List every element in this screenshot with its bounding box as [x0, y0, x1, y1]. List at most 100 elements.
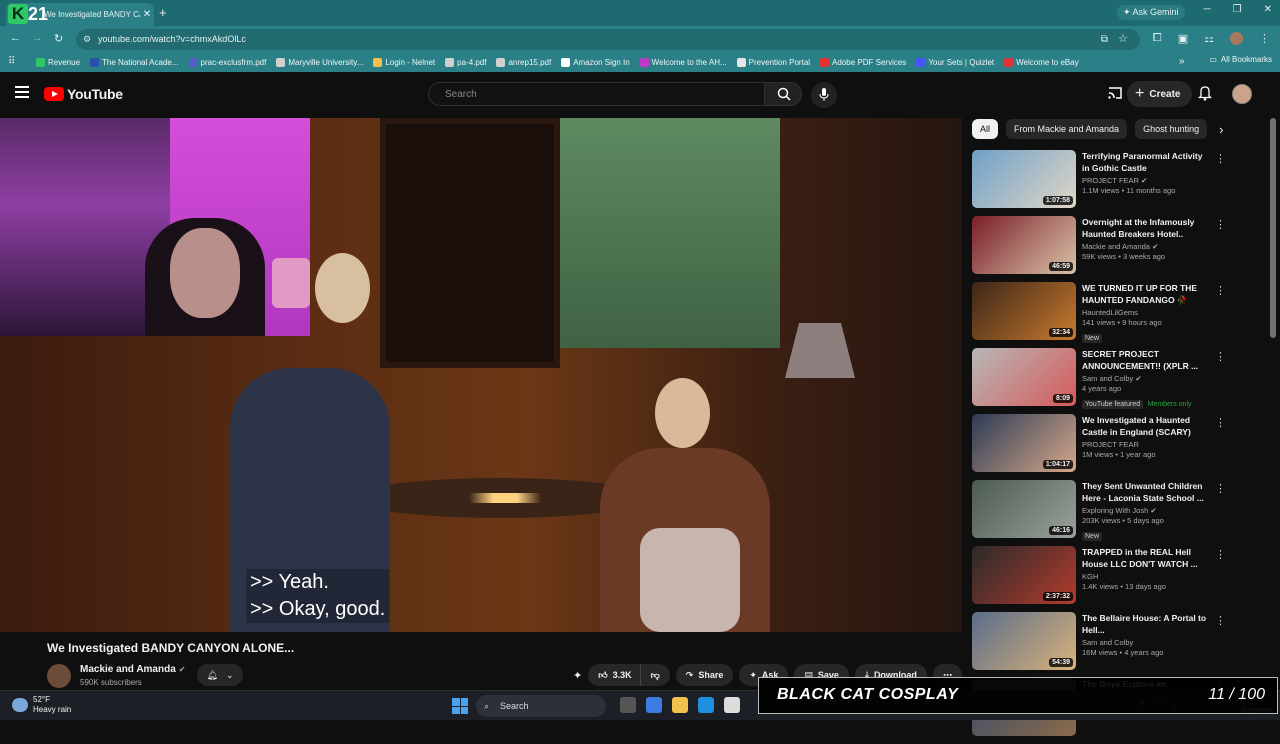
related-video-item[interactable]: 54:39 The Bellaire House: A Portal to Hel…	[972, 612, 1226, 678]
bookmark-item[interactable]: Your Sets | Quizlet	[916, 57, 994, 67]
bookmark-item[interactable]: Maryville University...	[276, 57, 363, 67]
create-button[interactable]: + Create	[1127, 81, 1193, 107]
like-button[interactable]: 👍︎ 3.3K	[588, 664, 641, 686]
hamburger-menu-icon[interactable]	[15, 86, 29, 98]
notifications-bell-icon[interactable]	[1198, 85, 1212, 101]
related-video-title[interactable]: We Investigated a Haunted Castle in Engl…	[1082, 414, 1212, 438]
account-avatar[interactable]	[1232, 84, 1252, 104]
more-vert-icon[interactable]: ⋮	[1215, 548, 1226, 561]
all-bookmarks-button[interactable]: ▭ All Bookmarks	[1209, 55, 1272, 64]
copilot-icon[interactable]	[646, 697, 662, 713]
install-app-icon[interactable]: ⧉	[1101, 29, 1108, 50]
related-video-title[interactable]: They Sent Unwanted Children Here - Lacon…	[1082, 480, 1212, 504]
profile-avatar[interactable]	[1230, 32, 1243, 45]
more-bookmarks-icon[interactable]: »	[1179, 56, 1185, 67]
related-video-title[interactable]: SECRET PROJECT ANNOUNCEMENT!! (XPLR ...	[1082, 348, 1212, 372]
taskbar-search[interactable]: ⌕ Search	[476, 695, 606, 717]
more-vert-icon[interactable]: ⋮	[1215, 416, 1226, 429]
more-vert-icon[interactable]: ⋮	[1215, 152, 1226, 165]
video-thumbnail[interactable]: 32:34	[972, 282, 1076, 340]
sidepanel-icon[interactable]: ▣	[1178, 32, 1188, 45]
apps-grid-icon[interactable]: ⠿	[8, 56, 15, 67]
reload-icon[interactable]: ↻	[54, 32, 63, 45]
related-video-title[interactable]: Overnight at the Infamously Haunted Brea…	[1082, 216, 1212, 240]
forward-icon[interactable]: →	[32, 32, 43, 44]
bookmark-item[interactable]: anrep15.pdf	[496, 57, 551, 67]
related-video-title[interactable]: WE TURNED IT UP FOR THE HAUNTED FANDANGO…	[1082, 282, 1212, 306]
windows-start-icon[interactable]	[452, 698, 468, 714]
maximize-icon[interactable]: ❐	[1233, 4, 1242, 15]
related-channel-name[interactable]: Mackie and Amanda ✔	[1082, 242, 1212, 251]
bookmark-item[interactable]: Welcome to eBay	[1004, 57, 1079, 67]
chip-ghost-hunting[interactable]: Ghost hunting	[1135, 119, 1208, 139]
more-vert-icon[interactable]: ⋮	[1215, 218, 1226, 231]
file-explorer-icon[interactable]	[672, 697, 688, 713]
bookmark-item[interactable]: prac-exclusfrm.pdf	[188, 57, 266, 67]
bookmark-item[interactable]: pa-4.pdf	[445, 57, 486, 67]
bookmark-item[interactable]: Adobe PDF Services	[820, 57, 906, 67]
related-channel-name[interactable]: Exploring With Josh ✔	[1082, 506, 1212, 515]
related-video-item[interactable]: 46:16 They Sent Unwanted Children Here - …	[972, 480, 1226, 546]
extensions-icon[interactable]: ⧠	[1153, 32, 1162, 45]
bookmark-star-icon[interactable]: ☆	[1118, 29, 1128, 50]
minimize-icon[interactable]: ─	[1204, 4, 1211, 15]
related-video-title[interactable]: Terrifying Paranormal Activity in Gothic…	[1082, 150, 1212, 174]
related-video-item[interactable]: 8:09 SECRET PROJECT ANNOUNCEMENT!! (XPLR …	[972, 348, 1226, 414]
channel-name-link[interactable]: Mackie and Amanda ✔	[80, 664, 185, 675]
related-video-item[interactable]: 2:37:32 TRAPPED in the REAL Hell House LL…	[972, 546, 1226, 612]
related-video-item[interactable]: 46:59 Overnight at the Infamously Haunted…	[972, 216, 1226, 282]
video-thumbnail[interactable]: 46:59	[972, 216, 1076, 274]
video-thumbnail[interactable]: 2:37:32	[972, 546, 1076, 604]
tab-close-icon[interactable]: ✕	[140, 9, 154, 20]
tab-search-icon[interactable]: ⚏	[1204, 32, 1214, 45]
chip-from-channel[interactable]: From Mackie and Amanda	[1006, 119, 1128, 139]
weather-widget[interactable]: 52°F Heavy rain	[12, 695, 71, 715]
new-tab-button[interactable]: +	[159, 5, 167, 20]
related-video-item[interactable]: 1:04:17 We Investigated a Haunted Castle …	[972, 414, 1226, 480]
related-channel-name[interactable]: PROJECT FEAR	[1082, 440, 1212, 449]
related-video-item[interactable]: 1:07:58 Terrifying Paranormal Activity in…	[972, 150, 1226, 216]
bookmark-item[interactable]: Login - Nelnet	[373, 57, 435, 67]
related-channel-name[interactable]: Sam and Colby	[1082, 638, 1212, 647]
related-channel-name[interactable]: Sam and Colby ✔	[1082, 374, 1212, 383]
video-thumbnail[interactable]: 8:09	[972, 348, 1076, 406]
site-info-icon[interactable]: ⚙	[83, 29, 91, 50]
back-icon[interactable]: ←	[10, 32, 21, 44]
related-channel-name[interactable]: KGH	[1082, 572, 1212, 581]
search-input[interactable]	[428, 82, 764, 106]
more-vert-icon[interactable]: ⋮	[1215, 614, 1226, 627]
more-vert-icon[interactable]: ⋮	[1215, 482, 1226, 495]
ask-gemini-button[interactable]: ✦ Ask Gemini	[1117, 5, 1185, 20]
chip-all[interactable]: All	[972, 119, 999, 139]
edge-icon[interactable]	[698, 697, 714, 713]
chevron-right-icon[interactable]: ›	[1219, 122, 1223, 137]
close-window-icon[interactable]: ✕	[1264, 4, 1272, 15]
related-video-title[interactable]: TRAPPED in the REAL Hell House LLC DON'T…	[1082, 546, 1212, 570]
store-icon[interactable]	[724, 697, 740, 713]
related-channel-name[interactable]: PROJECT FEAR ✔	[1082, 176, 1212, 185]
bookmark-item[interactable]: Welcome to the AH...	[639, 57, 727, 67]
channel-avatar[interactable]	[47, 664, 71, 688]
video-thumbnail[interactable]: 54:39	[972, 612, 1076, 670]
url-field[interactable]: ⚙ youtube.com/watch?v=chmxAkdOlLc ⧉ ☆	[76, 29, 1140, 50]
related-channel-name[interactable]: HauntedLilGems	[1082, 308, 1212, 317]
page-scrollbar[interactable]	[1270, 118, 1276, 338]
more-vert-icon[interactable]: ⋮	[1215, 284, 1226, 297]
more-vert-icon[interactable]: ⋮	[1215, 350, 1226, 363]
youtube-logo[interactable]: YouTube	[44, 86, 123, 102]
bookmark-item[interactable]: The National Acade...	[90, 57, 179, 67]
subscription-bell-button[interactable]: 🔔︎ ⌄	[197, 664, 243, 686]
share-button[interactable]: ↷ Share	[675, 664, 734, 686]
bookmark-item[interactable]: Prevention Portal	[736, 57, 810, 67]
browser-menu-icon[interactable]: ⋮	[1259, 32, 1270, 45]
voice-search-button[interactable]	[811, 82, 837, 108]
task-view-icon[interactable]	[620, 697, 636, 713]
sparkle-icon[interactable]: ✦	[573, 669, 582, 682]
search-button[interactable]	[764, 82, 802, 106]
video-thumbnail[interactable]: 1:04:17	[972, 414, 1076, 472]
related-video-item[interactable]: 32:34 WE TURNED IT UP FOR THE HAUNTED FAN…	[972, 282, 1226, 348]
bookmark-item[interactable]: Amazon Sign In	[561, 57, 630, 67]
related-video-title[interactable]: The Bellaire House: A Portal to Hell...	[1082, 612, 1212, 636]
bookmark-item[interactable]: Revenue	[36, 57, 80, 67]
video-thumbnail[interactable]: 1:07:58	[972, 150, 1076, 208]
